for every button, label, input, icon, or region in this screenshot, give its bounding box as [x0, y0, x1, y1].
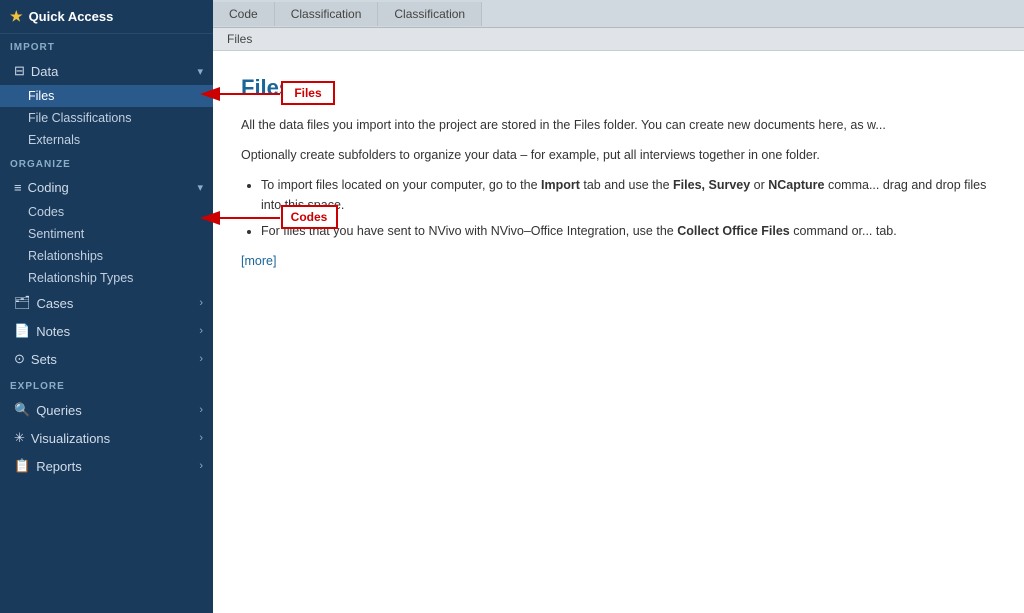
chevron-down-icon-coding: ▾	[197, 181, 203, 194]
sidebar-item-cases-label: Cases	[37, 296, 74, 311]
sidebar-item-cases[interactable]: 🗂 Cases ›	[0, 289, 213, 317]
breadcrumb: Files	[213, 28, 1024, 51]
content-para2: Optionally create subfolders to organize…	[241, 145, 996, 165]
content-title: Files	[241, 75, 996, 101]
more-link[interactable]: [more]	[241, 251, 996, 271]
star-icon: ★	[10, 8, 23, 25]
sidebar-item-sets-label: Sets	[31, 352, 57, 367]
file-classifications-label: File Classifications	[28, 111, 132, 125]
cases-icon: 🗂	[14, 295, 31, 311]
sidebar-item-coding[interactable]: ≡ Coding ▾	[0, 174, 213, 201]
content-inner: Files All the data files you import into…	[213, 51, 1024, 613]
sidebar-subitem-file-classifications[interactable]: File Classifications	[0, 107, 213, 129]
main-content: Code Classification Classification Files…	[213, 0, 1024, 613]
sidebar-item-notes-label: Notes	[36, 324, 70, 339]
sidebar-item-notes[interactable]: 📄 Notes ›	[0, 317, 213, 345]
sidebar-item-queries-label: Queries	[36, 403, 82, 418]
breadcrumb-text: Files	[227, 32, 252, 46]
bullet1-bold3: NCapture	[768, 178, 824, 192]
codes-label: Codes	[28, 205, 64, 219]
content-bullet1: To import files located on your computer…	[261, 175, 996, 215]
files-label: Files	[28, 89, 54, 103]
sentiment-label: Sentiment	[28, 227, 84, 241]
chevron-down-icon: ▾	[197, 65, 203, 78]
content-panel: Files All the data files you import into…	[213, 51, 1024, 613]
relationship-types-label: Relationship Types	[28, 271, 133, 285]
bullet2-bold: Collect Office Files	[677, 224, 790, 238]
bullet1-mid1: tab and use the	[580, 178, 673, 192]
chevron-right-icon-sets: ›	[199, 353, 203, 365]
notes-icon: 📄	[14, 323, 30, 339]
chevron-right-icon-reports: ›	[199, 460, 203, 472]
externals-label: Externals	[28, 133, 80, 147]
quick-access-label: Quick Access	[29, 9, 114, 24]
relationships-label: Relationships	[28, 249, 103, 263]
section-import: IMPORT	[0, 34, 213, 57]
sidebar-subitem-sentiment[interactable]: Sentiment	[0, 223, 213, 245]
sidebar-subitem-codes[interactable]: Codes	[0, 201, 213, 223]
sidebar-subitem-externals[interactable]: Externals	[0, 129, 213, 151]
content-para1: All the data files you import into the p…	[241, 115, 996, 135]
tab-code[interactable]: Code	[213, 2, 275, 26]
bullet1-bold2: Files, Survey	[673, 178, 750, 192]
chevron-right-icon-queries: ›	[199, 404, 203, 416]
tab-classification-2[interactable]: Classification	[378, 2, 482, 26]
sidebar-subitem-relationships[interactable]: Relationships	[0, 245, 213, 267]
sidebar-item-queries[interactable]: 🔍 Queries ›	[0, 396, 213, 424]
sidebar-item-reports[interactable]: 📋 Reports ›	[0, 452, 213, 480]
sidebar: ★ Quick Access IMPORT ⊟ Data ▾ Files Fil…	[0, 0, 213, 613]
more-link-text: [more]	[241, 254, 276, 268]
section-organize: ORGANIZE	[0, 151, 213, 174]
sets-icon: ⊙	[14, 351, 25, 367]
coding-icon: ≡	[14, 180, 22, 195]
tab-bar: Code Classification Classification	[213, 0, 1024, 28]
content-body: All the data files you import into the p…	[241, 115, 996, 271]
sidebar-item-data[interactable]: ⊟ Data ▾	[0, 57, 213, 85]
sidebar-item-visualizations[interactable]: ✳ Visualizations ›	[0, 424, 213, 452]
tab-classification-1[interactable]: Classification	[275, 2, 379, 26]
bullet1-mid2: or	[750, 178, 768, 192]
bullet1-bold1: Import	[541, 178, 580, 192]
chevron-right-icon-notes: ›	[199, 325, 203, 337]
quick-access-header[interactable]: ★ Quick Access	[0, 0, 213, 34]
chevron-right-icon-visualizations: ›	[199, 432, 203, 444]
content-bullet2: For files that you have sent to NVivo wi…	[261, 221, 996, 241]
sidebar-subitem-files[interactable]: Files	[0, 85, 213, 107]
chevron-right-icon-cases: ›	[199, 297, 203, 309]
bullet2-text-start: For files that you have sent to NVivo wi…	[261, 224, 677, 238]
bullet2-end: command or... tab.	[790, 224, 897, 238]
sidebar-item-visualizations-label: Visualizations	[31, 431, 110, 446]
sidebar-item-sets[interactable]: ⊙ Sets ›	[0, 345, 213, 373]
reports-icon: 📋	[14, 458, 30, 474]
sidebar-subitem-relationship-types[interactable]: Relationship Types	[0, 267, 213, 289]
sidebar-item-data-label: Data	[31, 64, 58, 79]
sidebar-item-reports-label: Reports	[36, 459, 82, 474]
data-icon: ⊟	[14, 63, 25, 79]
content-list: To import files located on your computer…	[261, 175, 996, 241]
section-explore: EXPLORE	[0, 373, 213, 396]
bullet1-text-start: To import files located on your computer…	[261, 178, 541, 192]
queries-icon: 🔍	[14, 402, 30, 418]
visualizations-icon: ✳	[14, 430, 25, 446]
sidebar-item-coding-label: Coding	[28, 180, 69, 195]
